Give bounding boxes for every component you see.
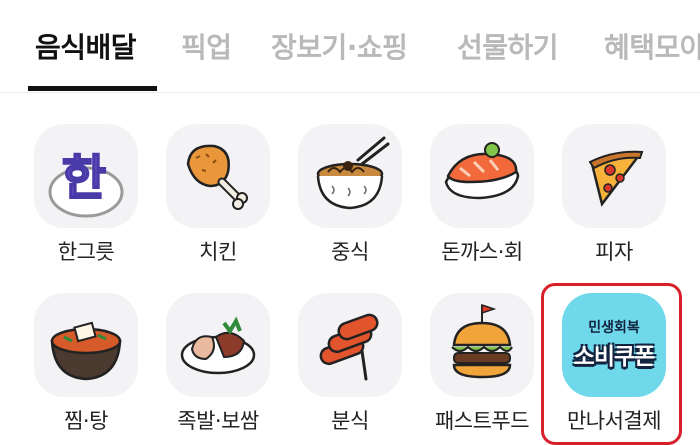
tab-benefits[interactable]: 혜택모아	[604, 26, 700, 66]
category-label: 족발·보쌈	[177, 409, 259, 433]
category-tile	[166, 124, 270, 228]
tab-grocery-shopping[interactable]: 장보기·쇼핑	[271, 26, 408, 66]
category-chinese[interactable]: 중식	[294, 124, 424, 274]
svg-text:한: 한	[62, 150, 106, 206]
highlight-outline	[541, 283, 682, 445]
category-tile: 한	[34, 124, 138, 228]
category-tile	[298, 124, 402, 228]
tteokbokki-icon	[319, 313, 379, 381]
category-donkatsu-hoe[interactable]: 돈까스·회	[426, 124, 556, 274]
category-label: 치킨	[199, 240, 237, 264]
han-bowl-icon: 한	[48, 149, 124, 218]
burger-icon	[451, 303, 513, 379]
category-label: 분식	[331, 409, 369, 433]
category-tile	[562, 124, 666, 228]
category-hangeureut[interactable]: 한 한그릇	[30, 124, 160, 274]
active-tab-indicator	[28, 86, 157, 91]
category-jokbal-bossam[interactable]: 족발·보쌈	[162, 293, 292, 443]
chicken-drumstick-icon	[186, 144, 248, 210]
category-chicken[interactable]: 치킨	[162, 124, 292, 274]
category-jjim-tang[interactable]: 찜·탕	[30, 293, 160, 443]
category-fastfood[interactable]: 패스트푸드	[426, 293, 556, 443]
category-tab-bar: 음식배달 픽업 장보기·쇼핑 선물하기 혜택모아	[0, 0, 700, 93]
category-tile	[34, 293, 138, 397]
category-label: 찜·탕	[64, 409, 108, 433]
tab-food-delivery[interactable]: 음식배달	[35, 26, 137, 66]
category-bunsik[interactable]: 분식	[294, 293, 424, 443]
pizza-slice-icon	[588, 150, 644, 207]
noodle-bowl-icon	[316, 136, 390, 210]
category-tile	[298, 293, 402, 397]
category-tile	[430, 124, 534, 228]
category-label: 한그릇	[57, 240, 115, 264]
category-label: 중식	[331, 240, 369, 264]
category-label: 패스트푸드	[434, 409, 530, 433]
category-tile	[166, 293, 270, 397]
jokbal-plate-icon	[180, 316, 256, 375]
tab-gifts[interactable]: 선물하기	[457, 26, 559, 66]
category-label: 돈까스·회	[441, 240, 523, 264]
category-label: 피자	[595, 240, 633, 264]
category-tile	[430, 293, 534, 397]
sushi-icon	[444, 142, 520, 200]
category-pizza[interactable]: 피자	[558, 124, 688, 274]
stew-pot-icon	[50, 321, 122, 381]
tab-pickup[interactable]: 픽업	[181, 26, 232, 66]
